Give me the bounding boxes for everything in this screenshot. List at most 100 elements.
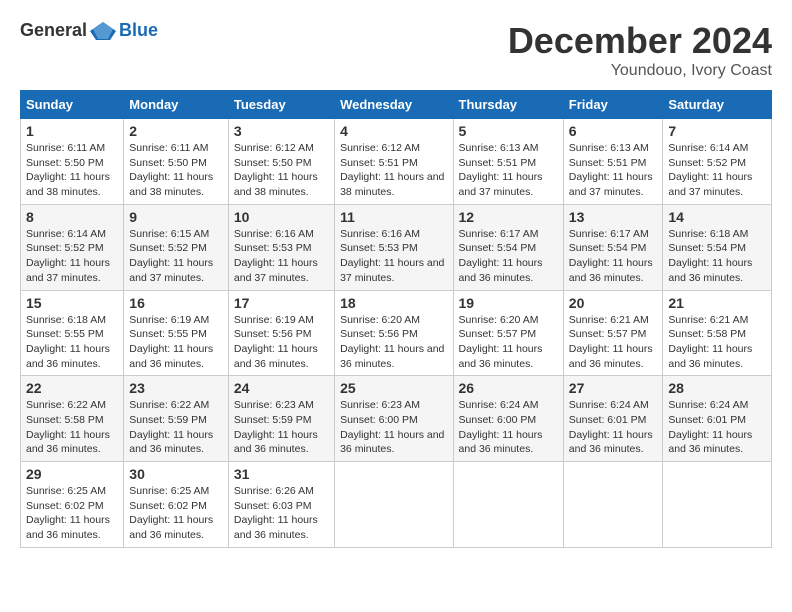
calendar-cell: 29 Sunrise: 6:25 AMSunset: 6:02 PMDayligh… — [21, 462, 124, 548]
calendar-cell: 3Sunrise: 6:12 AMSunset: 5:50 PMDaylight… — [228, 119, 334, 205]
day-info: Sunrise: 6:22 AMSunset: 5:59 PMDaylight:… — [129, 399, 213, 455]
calendar-cell: 21 Sunrise: 6:21 AMSunset: 5:58 PMDayligh… — [663, 290, 772, 376]
day-number: 26 — [459, 380, 558, 396]
day-info: Sunrise: 6:25 AMSunset: 6:02 PMDaylight:… — [129, 485, 213, 541]
day-info: Sunrise: 6:16 AMSunset: 5:53 PMDaylight:… — [340, 228, 444, 284]
calendar-cell: 26Sunrise: 6:24 AMSunset: 6:00 PMDayligh… — [453, 376, 563, 462]
day-info: Sunrise: 6:20 AMSunset: 5:56 PMDaylight:… — [340, 314, 444, 370]
day-info: Sunrise: 6:14 AMSunset: 5:52 PMDaylight:… — [668, 142, 752, 198]
calendar-cell: 25 Sunrise: 6:23 AMSunset: 6:00 PMDayligh… — [335, 376, 453, 462]
logo: General Blue — [20, 20, 158, 41]
logo-blue-text: Blue — [119, 20, 158, 41]
day-header-sunday: Sunday — [21, 91, 124, 119]
day-number: 29 — [26, 466, 118, 482]
calendar-cell: 13 Sunrise: 6:17 AMSunset: 5:54 PMDayligh… — [563, 204, 663, 290]
day-header-monday: Monday — [124, 91, 229, 119]
day-number: 30 — [129, 466, 223, 482]
calendar-cell: 24 Sunrise: 6:23 AMSunset: 5:59 PMDayligh… — [228, 376, 334, 462]
day-info: Sunrise: 6:13 AMSunset: 5:51 PMDaylight:… — [569, 142, 653, 198]
calendar-cell: 19 Sunrise: 6:20 AMSunset: 5:57 PMDayligh… — [453, 290, 563, 376]
page-header: General Blue December 2024 Youndouo, Ivo… — [20, 20, 772, 80]
calendar-cell — [335, 462, 453, 548]
day-info: Sunrise: 6:20 AMSunset: 5:57 PMDaylight:… — [459, 314, 543, 370]
day-info: Sunrise: 6:11 AMSunset: 5:50 PMDaylight:… — [129, 142, 213, 198]
page-title: December 2024 — [508, 20, 772, 62]
day-info: Sunrise: 6:23 AMSunset: 5:59 PMDaylight:… — [234, 399, 318, 455]
calendar-cell — [663, 462, 772, 548]
day-number: 31 — [234, 466, 329, 482]
day-number: 10 — [234, 209, 329, 225]
day-info: Sunrise: 6:21 AMSunset: 5:58 PMDaylight:… — [668, 314, 752, 370]
day-info: Sunrise: 6:11 AMSunset: 5:50 PMDaylight:… — [26, 142, 110, 198]
calendar-cell: 28Sunrise: 6:24 AMSunset: 6:01 PMDayligh… — [663, 376, 772, 462]
day-info: Sunrise: 6:22 AMSunset: 5:58 PMDaylight:… — [26, 399, 110, 455]
day-number: 14 — [668, 209, 766, 225]
calendar-cell: 9 Sunrise: 6:15 AMSunset: 5:52 PMDaylight… — [124, 204, 229, 290]
calendar-cell: 14 Sunrise: 6:18 AMSunset: 5:54 PMDayligh… — [663, 204, 772, 290]
day-number: 11 — [340, 209, 447, 225]
day-info: Sunrise: 6:13 AMSunset: 5:51 PMDaylight:… — [459, 142, 543, 198]
day-header-wednesday: Wednesday — [335, 91, 453, 119]
day-number: 1 — [26, 123, 118, 139]
day-number: 5 — [459, 123, 558, 139]
day-info: Sunrise: 6:17 AMSunset: 5:54 PMDaylight:… — [569, 228, 653, 284]
calendar-week-5: 29 Sunrise: 6:25 AMSunset: 6:02 PMDayligh… — [21, 462, 772, 548]
day-info: Sunrise: 6:16 AMSunset: 5:53 PMDaylight:… — [234, 228, 318, 284]
day-number: 13 — [569, 209, 658, 225]
logo-general-text: General — [20, 20, 87, 41]
calendar-cell: 7 Sunrise: 6:14 AMSunset: 5:52 PMDaylight… — [663, 119, 772, 205]
calendar-cell: 17 Sunrise: 6:19 AMSunset: 5:56 PMDayligh… — [228, 290, 334, 376]
day-number: 25 — [340, 380, 447, 396]
day-info: Sunrise: 6:19 AMSunset: 5:56 PMDaylight:… — [234, 314, 318, 370]
calendar-cell: 23Sunrise: 6:22 AMSunset: 5:59 PMDayligh… — [124, 376, 229, 462]
day-info: Sunrise: 6:15 AMSunset: 5:52 PMDaylight:… — [129, 228, 213, 284]
calendar-cell: 22 Sunrise: 6:22 AMSunset: 5:58 PMDayligh… — [21, 376, 124, 462]
day-number: 7 — [668, 123, 766, 139]
day-number: 15 — [26, 295, 118, 311]
day-number: 19 — [459, 295, 558, 311]
day-number: 9 — [129, 209, 223, 225]
day-info: Sunrise: 6:23 AMSunset: 6:00 PMDaylight:… — [340, 399, 444, 455]
calendar-cell: 4 Sunrise: 6:12 AMSunset: 5:51 PMDaylight… — [335, 119, 453, 205]
day-number: 21 — [668, 295, 766, 311]
day-number: 2 — [129, 123, 223, 139]
calendar-cell: 8 Sunrise: 6:14 AMSunset: 5:52 PMDaylight… — [21, 204, 124, 290]
day-number: 17 — [234, 295, 329, 311]
day-number: 22 — [26, 380, 118, 396]
calendar-cell: 31 Sunrise: 6:26 AMSunset: 6:03 PMDayligh… — [228, 462, 334, 548]
day-number: 16 — [129, 295, 223, 311]
calendar-week-1: 1 Sunrise: 6:11 AMSunset: 5:50 PMDaylight… — [21, 119, 772, 205]
day-info: Sunrise: 6:21 AMSunset: 5:57 PMDaylight:… — [569, 314, 653, 370]
day-number: 4 — [340, 123, 447, 139]
calendar-cell: 10 Sunrise: 6:16 AMSunset: 5:53 PMDayligh… — [228, 204, 334, 290]
calendar-cell: 1 Sunrise: 6:11 AMSunset: 5:50 PMDaylight… — [21, 119, 124, 205]
calendar-table: SundayMondayTuesdayWednesdayThursdayFrid… — [20, 90, 772, 548]
day-header-thursday: Thursday — [453, 91, 563, 119]
calendar-cell: 5 Sunrise: 6:13 AMSunset: 5:51 PMDaylight… — [453, 119, 563, 205]
calendar-cell — [453, 462, 563, 548]
day-header-tuesday: Tuesday — [228, 91, 334, 119]
day-info: Sunrise: 6:18 AMSunset: 5:54 PMDaylight:… — [668, 228, 752, 284]
day-number: 27 — [569, 380, 658, 396]
day-info: Sunrise: 6:18 AMSunset: 5:55 PMDaylight:… — [26, 314, 110, 370]
day-info: Sunrise: 6:19 AMSunset: 5:55 PMDaylight:… — [129, 314, 213, 370]
calendar-week-3: 15 Sunrise: 6:18 AMSunset: 5:55 PMDayligh… — [21, 290, 772, 376]
day-info: Sunrise: 6:12 AMSunset: 5:51 PMDaylight:… — [340, 142, 444, 198]
day-header-saturday: Saturday — [663, 91, 772, 119]
day-info: Sunrise: 6:25 AMSunset: 6:02 PMDaylight:… — [26, 485, 110, 541]
calendar-cell: 20 Sunrise: 6:21 AMSunset: 5:57 PMDayligh… — [563, 290, 663, 376]
title-block: December 2024 Youndouo, Ivory Coast — [508, 20, 772, 80]
day-number: 6 — [569, 123, 658, 139]
calendar-week-2: 8 Sunrise: 6:14 AMSunset: 5:52 PMDaylight… — [21, 204, 772, 290]
day-number: 24 — [234, 380, 329, 396]
day-info: Sunrise: 6:14 AMSunset: 5:52 PMDaylight:… — [26, 228, 110, 284]
day-number: 20 — [569, 295, 658, 311]
day-info: Sunrise: 6:24 AMSunset: 6:01 PMDaylight:… — [569, 399, 653, 455]
day-info: Sunrise: 6:17 AMSunset: 5:54 PMDaylight:… — [459, 228, 543, 284]
day-info: Sunrise: 6:26 AMSunset: 6:03 PMDaylight:… — [234, 485, 318, 541]
calendar-week-4: 22 Sunrise: 6:22 AMSunset: 5:58 PMDayligh… — [21, 376, 772, 462]
calendar-cell: 30 Sunrise: 6:25 AMSunset: 6:02 PMDayligh… — [124, 462, 229, 548]
day-number: 8 — [26, 209, 118, 225]
day-info: Sunrise: 6:24 AMSunset: 6:01 PMDaylight:… — [668, 399, 752, 455]
calendar-cell: 27 Sunrise: 6:24 AMSunset: 6:01 PMDayligh… — [563, 376, 663, 462]
